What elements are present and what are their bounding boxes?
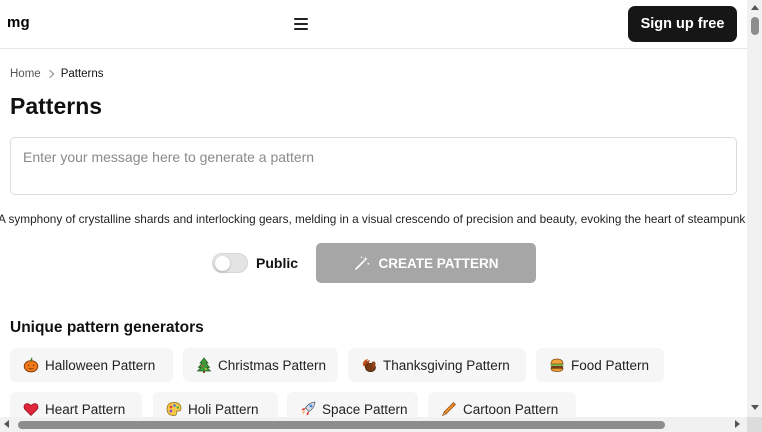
generator-chip-christmas[interactable]: Christmas Pattern [183,348,338,382]
magic-wand-icon [354,256,369,270]
toggle-knob [215,256,230,271]
generator-label: Food Pattern [571,357,650,373]
scroll-left-arrow-icon[interactable] [4,420,9,428]
generator-label: Halloween Pattern [45,357,156,373]
generator-label: Cartoon Pattern [463,401,559,417]
breadcrumb: Home Patterns [10,68,104,80]
generator-label: Space Pattern [322,401,408,417]
vertical-scrollbar[interactable] [747,0,762,417]
sign-up-button[interactable]: Sign up free [628,6,737,42]
sample-prompt-text[interactable]: A symphony of crystalline shards and int… [0,212,747,226]
top-header: mg Sign up free [0,0,747,49]
site-logo[interactable]: mg [7,14,30,31]
burger-icon [549,357,565,373]
paint-palette-icon [166,401,182,417]
scroll-down-arrow-icon[interactable] [751,405,759,410]
create-pattern-button[interactable]: CREATE PATTERN [316,243,536,283]
pattern-prompt-input[interactable] [10,137,737,195]
heart-icon [23,401,39,417]
generator-chip-holi[interactable]: Holi Pattern [153,392,278,417]
horizontal-scrollbar[interactable] [0,417,747,432]
generator-label: Holi Pattern [188,401,259,417]
scrollbar-corner [747,417,762,432]
generator-chip-halloween[interactable]: Halloween Pattern [10,348,173,382]
public-label: Public [256,255,299,271]
public-toggle[interactable] [212,253,248,273]
scroll-right-arrow-icon[interactable] [735,420,740,428]
page-title: Patterns [10,93,103,119]
create-pattern-label: CREATE PATTERN [378,255,499,271]
christmas-tree-icon [196,357,212,373]
breadcrumb-current: Patterns [60,68,104,80]
pumpkin-icon [23,357,39,373]
rocket-icon [300,401,316,417]
generator-chip-heart[interactable]: Heart Pattern [10,392,142,417]
generators-section-title: Unique pattern generators [10,319,204,336]
generator-chip-cartoon[interactable]: Cartoon Pattern [428,392,576,417]
turkey-icon [361,357,377,373]
generator-label: Christmas Pattern [218,357,327,373]
generator-chip-space[interactable]: Space Pattern [287,392,418,417]
horizontal-scroll-thumb[interactable] [18,421,665,429]
hamburger-icon[interactable] [294,18,308,30]
generator-chip-thanksgiving[interactable]: Thanksgiving Pattern [348,348,526,382]
vertical-scroll-thumb[interactable] [751,17,759,35]
page-viewport: mg Sign up free Home Patterns Patterns A… [0,0,747,417]
generator-label: Heart Pattern [45,401,126,417]
generator-label: Thanksgiving Pattern [383,357,510,373]
breadcrumb-home-link[interactable]: Home [10,68,41,80]
scroll-up-arrow-icon[interactable] [751,5,759,10]
chevron-right-icon [45,69,54,79]
crayon-icon [441,401,457,417]
generator-chip-food[interactable]: Food Pattern [536,348,664,382]
